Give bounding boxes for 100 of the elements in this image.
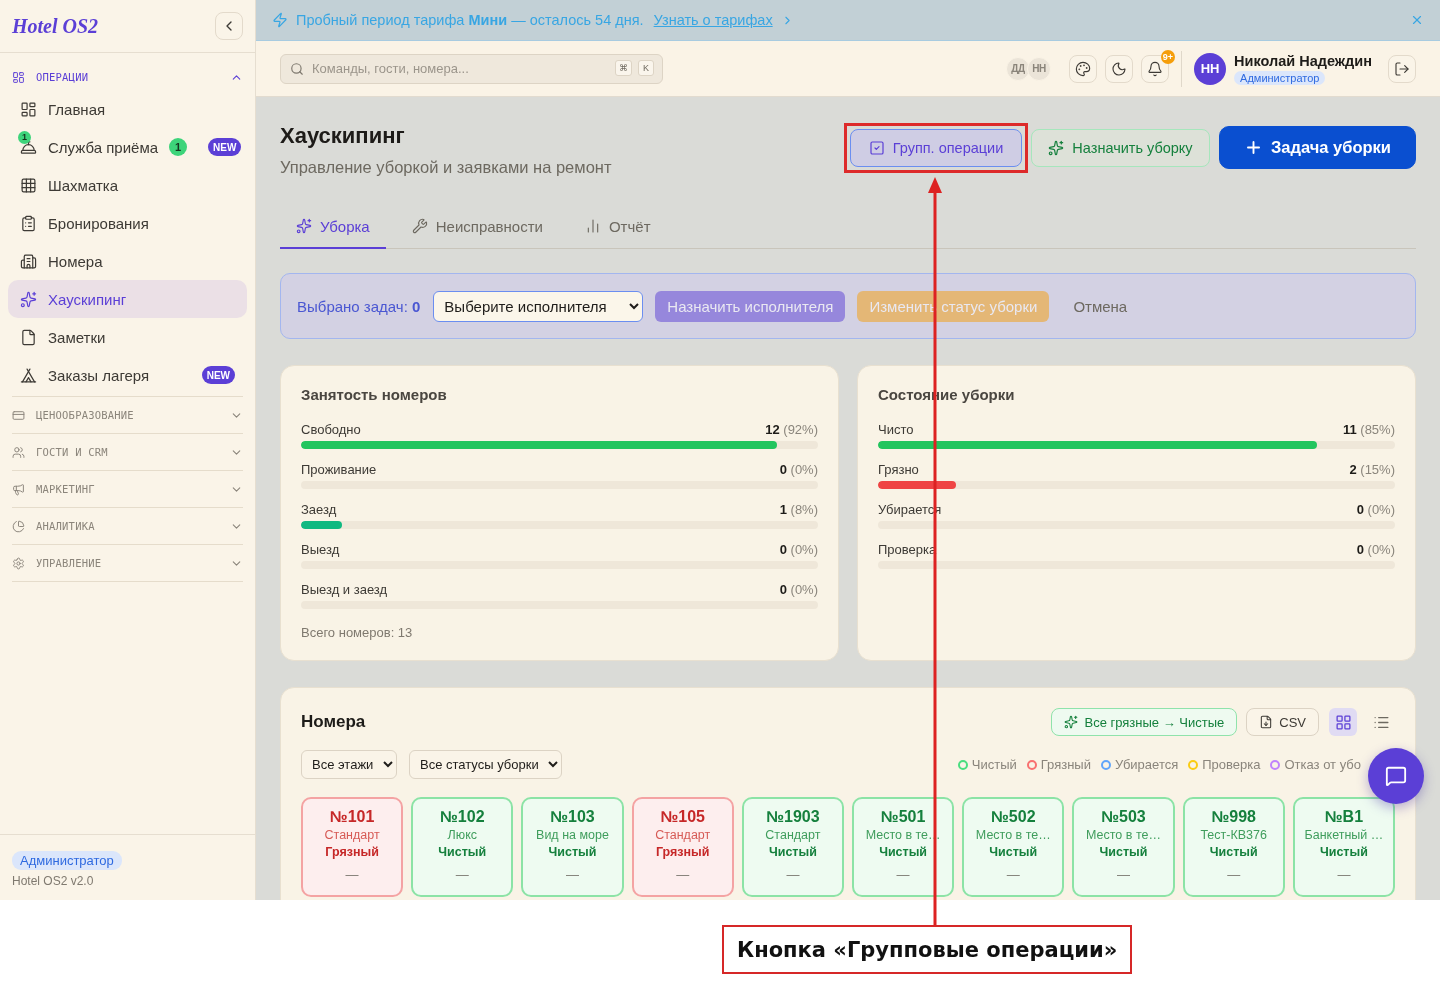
bulk-operations-button[interactable]: Групп. операции xyxy=(850,128,1022,167)
section-header[interactable]: УПРАВЛЕНИЕ xyxy=(12,545,243,581)
room-number: №1903 xyxy=(766,807,820,827)
assignee-text: — xyxy=(1006,867,1020,882)
search-icon xyxy=(290,61,304,76)
nav-item[interactable]: Бронирования xyxy=(8,204,247,242)
nav-item[interactable]: Заказы лагеря NEW xyxy=(8,356,247,394)
assignee-text: — xyxy=(786,867,800,882)
logout-icon xyxy=(1394,60,1410,77)
section-header[interactable]: МАРКЕТИНГ xyxy=(12,471,243,507)
legend-label: Чистый xyxy=(971,757,1017,772)
room-status: Чистый xyxy=(879,844,928,861)
room-type: Банкетный … xyxy=(1304,827,1384,843)
room-card[interactable]: №105 Стандарт Грязный — xyxy=(631,797,734,897)
room-card[interactable]: №502 Место в те… Чистый — xyxy=(962,797,1065,897)
nav-item[interactable]: Заметки xyxy=(8,318,247,356)
room-type: Место в те… xyxy=(1086,827,1161,843)
page-subtitle: Управление уборкой и заявками на ремонт xyxy=(280,157,612,177)
grid-icon xyxy=(1334,713,1352,731)
stat-value: 1 (8%) xyxy=(779,501,818,517)
section-header[interactable]: ЦЕНООБРАЗОВАНИЕ xyxy=(12,397,243,433)
room-type: Стандарт xyxy=(324,827,380,843)
stat-value: 2 (15%) xyxy=(1349,461,1395,477)
assignee-text: — xyxy=(676,867,690,882)
assignee-text: — xyxy=(896,867,910,882)
nav-item[interactable]: Главная xyxy=(8,90,247,128)
callout-caption: Кнопка «Групповые операции» xyxy=(722,925,1133,974)
nav-item[interactable]: Шахматка xyxy=(8,166,247,204)
assignee-text: — xyxy=(1227,867,1241,882)
new-task-button[interactable]: Задача уборки xyxy=(1219,126,1416,169)
room-card[interactable]: №102 Люкс Чистый — xyxy=(411,797,514,897)
room-status: Чистый xyxy=(1099,844,1148,861)
section-header[interactable]: АНАЛИТИКА xyxy=(12,508,243,544)
tent-icon xyxy=(20,366,37,384)
logout-button[interactable] xyxy=(1388,54,1416,83)
room-number: №102 xyxy=(440,807,485,827)
status-select[interactable]: Все статусы уборки xyxy=(409,750,562,779)
section-header[interactable]: ОПЕРАЦИИ xyxy=(12,65,243,89)
room-card[interactable]: №103 Вид на море Чистый — xyxy=(521,797,624,897)
room-card[interactable]: №998 Тест-КВ376 Чистый — xyxy=(1182,797,1285,897)
room-number: №998 xyxy=(1211,807,1256,827)
sparkle-icon xyxy=(296,218,312,234)
stat-label: Заезд xyxy=(301,501,337,517)
megaphone-icon xyxy=(12,482,25,496)
room-status: Грязный xyxy=(325,844,379,861)
room-status: Чистый xyxy=(1319,844,1368,861)
stat-label: Чисто xyxy=(878,421,914,437)
tab[interactable]: Отчёт xyxy=(568,205,667,249)
selected-count: Выбрано задач: 0 xyxy=(297,297,421,315)
section-header[interactable]: ГОСТИ И CRM xyxy=(12,434,243,470)
building-icon xyxy=(20,252,37,270)
mark-clean-button[interactable]: Все грязные → Чистые xyxy=(1051,708,1238,736)
room-number: №103 xyxy=(550,807,595,827)
dark-mode-button[interactable] xyxy=(1105,54,1134,83)
tab[interactable]: Неисправности xyxy=(395,205,559,249)
room-card[interactable]: №B1 Банкетный … Чистый — xyxy=(1292,797,1395,897)
icon-count: 1 xyxy=(18,130,31,144)
assignee-text: — xyxy=(455,867,469,882)
dashboard-icon xyxy=(20,100,37,118)
total-rooms-text: Всего номеров: 13 xyxy=(301,625,414,640)
version-text: Hotel OS2 v2.0 xyxy=(12,874,94,888)
room-type: Люкс xyxy=(447,827,477,843)
nav-item[interactable]: Хаускипинг xyxy=(8,280,247,318)
room-card[interactable]: №1903 Стандарт Чистый — xyxy=(741,797,844,897)
theme-button[interactable] xyxy=(1069,54,1098,83)
floor-select[interactable]: Все этажи xyxy=(301,750,397,779)
stat-value: 12 (92%) xyxy=(765,421,818,437)
tab[interactable]: Уборка xyxy=(280,205,386,249)
room-number: №503 xyxy=(1101,807,1146,827)
lightning-icon xyxy=(272,12,288,28)
stat-label: Выезд и заезд xyxy=(301,581,388,597)
cancel-button[interactable]: Отмена xyxy=(1061,290,1140,322)
stat-value: 0 (0%) xyxy=(779,461,818,477)
chat-icon xyxy=(1385,765,1407,787)
nav-item[interactable]: 1 Служба приёма 1 NEW xyxy=(8,128,247,166)
wrench-icon xyxy=(411,218,428,234)
assign-cleaning-button[interactable]: Назначить уборку xyxy=(1031,128,1210,167)
palette-icon xyxy=(1075,60,1092,77)
room-number: №101 xyxy=(329,807,375,827)
role-tag: Администратор xyxy=(1234,70,1326,85)
assignee-select[interactable]: Выберите исполнителя xyxy=(433,290,644,322)
stat-label: Свободно xyxy=(301,421,361,437)
room-type: Стандарт xyxy=(765,827,821,843)
moon-icon xyxy=(1111,60,1128,77)
pie-chart-icon xyxy=(12,519,25,533)
page-title: Хаускипинг xyxy=(280,124,406,148)
sparkle-icon xyxy=(1048,139,1065,156)
card-title: Занятость номеров xyxy=(301,386,448,404)
csv-button[interactable]: CSV xyxy=(1246,708,1319,736)
clipboard-icon xyxy=(20,214,37,232)
grid-view-button[interactable] xyxy=(1329,708,1357,736)
stat-value: 0 (0%) xyxy=(1356,541,1395,557)
nav-item[interactable]: Номера xyxy=(8,242,247,280)
assignee-text: — xyxy=(345,867,359,882)
room-card[interactable]: №101 Стандарт Грязный — xyxy=(301,797,404,897)
new-tag: NEW xyxy=(208,138,242,156)
room-status: Чистый xyxy=(548,844,597,861)
room-card[interactable]: №503 Место в те… Чистый — xyxy=(1072,797,1175,897)
room-number: №502 xyxy=(991,807,1036,827)
room-status: Чистый xyxy=(768,844,817,861)
